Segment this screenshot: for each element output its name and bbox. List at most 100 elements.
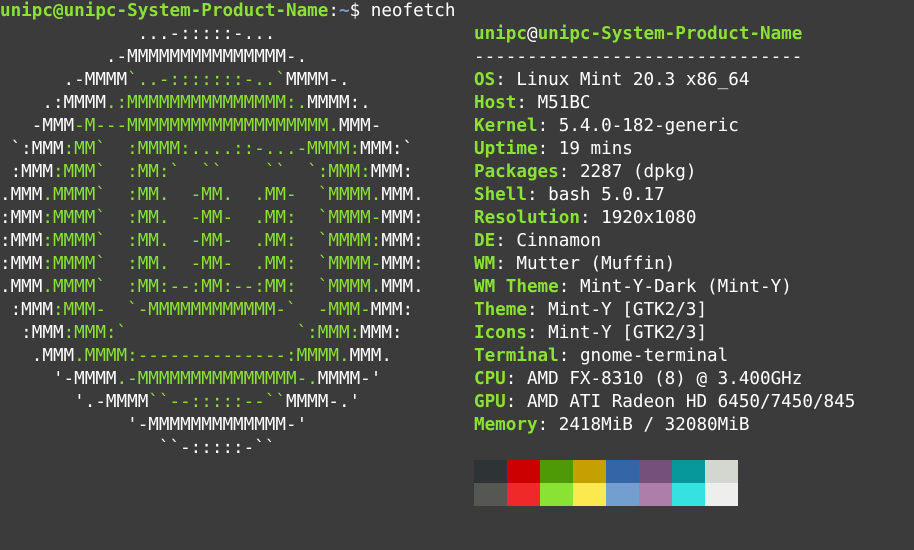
info-value: M51BC [537, 93, 591, 113]
logo-segment: MMM. [381, 277, 424, 297]
logo-segment: :MMM [0, 162, 53, 182]
logo-line: :MMM:MMMM` :MM. -MM- .MM: `MMMM:MMM: [0, 230, 424, 253]
prompt-separator: : [328, 1, 339, 21]
logo-segment: .-MMMMMMMMMMMMMMM-. [0, 47, 308, 67]
info-colon: : [558, 277, 580, 297]
color-swatch [639, 483, 672, 506]
info-label: Icons [474, 323, 527, 343]
prompt-at: @ [52, 1, 64, 21]
info-colon: : [495, 70, 517, 90]
logo-segment: MMM:` [360, 139, 414, 159]
info-colon: : [558, 162, 580, 182]
logo-segment: .:MMMM [0, 93, 106, 113]
logo-segment: :MMM:` `:MMM: [63, 323, 361, 343]
info-colon: : [526, 323, 549, 343]
info-divider: ------------------------------- [474, 47, 803, 67]
logo-segment: MMM- [338, 116, 382, 136]
logo-segment: :MMMM` :MM. -MM- .MM: `MMMM- [42, 208, 382, 228]
info-host: unipc-System-Product-Name [537, 24, 803, 44]
info-value: Cinnamon [516, 231, 602, 251]
logo-segment: .MMMM` :MM. -MM. .MM- `MMMM. [42, 185, 382, 205]
info-colon: : [505, 369, 527, 389]
logo-line: '-MMMM.-MMMMMMMMMMMMMMM-.MMMM-' [0, 368, 381, 391]
logo-line: :MMM:MMMM` :MM. -MM- .MM: `MMMM-MMM: [0, 253, 424, 276]
info-value: Mint-Y [GTK2/3] [548, 300, 708, 320]
info-label: WM [474, 254, 496, 274]
logo-segment: .:MMMMMMMMMMMMMMM:. [105, 93, 308, 113]
logo-segment: .-MMMMMMMMMMMMMMM-. [116, 369, 318, 389]
color-swatch [639, 460, 672, 483]
logo-segment: MMMM-.' [286, 392, 361, 412]
logo-segment: :MMMM` :MM. -MM- .MM: `MMMM- [42, 254, 382, 274]
color-swatch [474, 460, 507, 483]
info-label: OS [474, 70, 496, 90]
info-row: Kernel: 5.4.0-182-generic [474, 115, 739, 138]
logo-line: .MMM.MMMM` :MM. -MM. .MM- `MMMM.MMM. [0, 184, 424, 207]
info-value: 19 mins [558, 139, 633, 159]
info-label: Memory [474, 415, 538, 435]
logo-line: ``-:::::-`` [0, 437, 276, 460]
info-colon: : [537, 415, 559, 435]
terminal-window[interactable]: unipc@unipc-System-Product-Name:~$ neofe… [0, 0, 914, 550]
logo-line: '.-MMMM``--:::::--``MMMM-.' [0, 391, 360, 414]
info-label: CPU [474, 369, 506, 389]
logo-segment: `..-:::::::-..` [127, 70, 286, 90]
logo-line: :MMM:MMM` :MM:` `` `` `:MMM:MMM: [0, 161, 414, 184]
logo-segment: ``-:::::-`` [0, 438, 276, 458]
logo-segment: MMM: [381, 208, 424, 228]
info-label: Kernel [474, 116, 538, 136]
logo-line: :MMM:MMM:` `:MMM:MMM: [0, 322, 403, 345]
shell-prompt: unipc@unipc-System-Product-Name:~$ neofe… [0, 0, 456, 23]
info-colon: : [516, 93, 538, 113]
color-palette-normal [474, 460, 738, 483]
info-label: GPU [474, 392, 506, 412]
info-colon: : [526, 300, 549, 320]
info-colon: : [579, 208, 602, 228]
logo-segment: MMM: [370, 300, 414, 320]
logo-segment: MMM. [349, 346, 392, 366]
info-row: Shell: bash 5.0.17 [474, 184, 665, 207]
info-at: @ [526, 24, 538, 44]
info-value: bash 5.0.17 [548, 185, 665, 205]
info-label: Resolution [474, 208, 580, 228]
prompt-symbol: $ [349, 1, 361, 21]
logo-segment: .MMMM` :MM:--:MM:--:MM: `MMMM. [42, 277, 382, 297]
color-swatch [540, 460, 573, 483]
info-row: DE: Cinnamon [474, 230, 601, 253]
info-label: Theme [474, 300, 527, 320]
logo-segment: MMM: [360, 323, 403, 343]
info-row: Uptime: 19 mins [474, 138, 633, 161]
info-label: DE [474, 231, 496, 251]
logo-segment: MMMM:. [307, 93, 371, 113]
info-colon: : [558, 346, 580, 366]
info-row: WM Theme: Mint-Y-Dark (Mint-Y) [474, 276, 792, 299]
logo-segment: MMM: [381, 254, 424, 274]
logo-segment: :MMMM` :MM. -MM- .MM: `MMMM: [42, 231, 382, 251]
info-row: GPU: AMD ATI Radeon HD 6450/7450/845 [474, 391, 855, 414]
logo-segment: '-MMMMMMMMMMMMM-' [0, 415, 308, 435]
logo-segment: .MMM [0, 346, 75, 366]
info-row: Icons: Mint-Y [GTK2/3] [474, 322, 707, 345]
info-label: Uptime [474, 139, 538, 159]
prompt-user: unipc [0, 1, 53, 21]
logo-line: .MMM.MMMM` :MM:--:MM:--:MM: `MMMM.MMM. [0, 276, 424, 299]
color-swatch [474, 483, 507, 506]
logo-segment: .-MMMM [0, 70, 128, 90]
color-swatch [705, 483, 738, 506]
info-row: Resolution: 1920x1080 [474, 207, 696, 230]
logo-line: .-MMMMMMMMMMMMMMM-. [0, 46, 307, 69]
logo-segment: -M---MMMMMMMMMMMMMMMMMMM. [74, 116, 339, 136]
logo-segment: MMM. [381, 185, 424, 205]
info-value: Mint-Y-Dark (Mint-Y) [579, 277, 792, 297]
info-row: OS: Linux Mint 20.3 x86_64 [474, 69, 749, 92]
logo-segment: :MMM [0, 300, 53, 320]
info-row: Memory: 2418MiB / 32080MiB [474, 414, 749, 437]
logo-segment: :MMM [0, 231, 43, 251]
info-colon: : [526, 185, 549, 205]
logo-segment: :MMM [0, 208, 43, 228]
info-row: CPU: AMD FX-8310 (8) @ 3.400GHz [474, 368, 802, 391]
info-label: Host [474, 93, 517, 113]
prompt-path: ~ [338, 1, 350, 21]
info-row: WM: Mutter (Muffin) [474, 253, 675, 276]
logo-segment: `:MMM [0, 139, 64, 159]
